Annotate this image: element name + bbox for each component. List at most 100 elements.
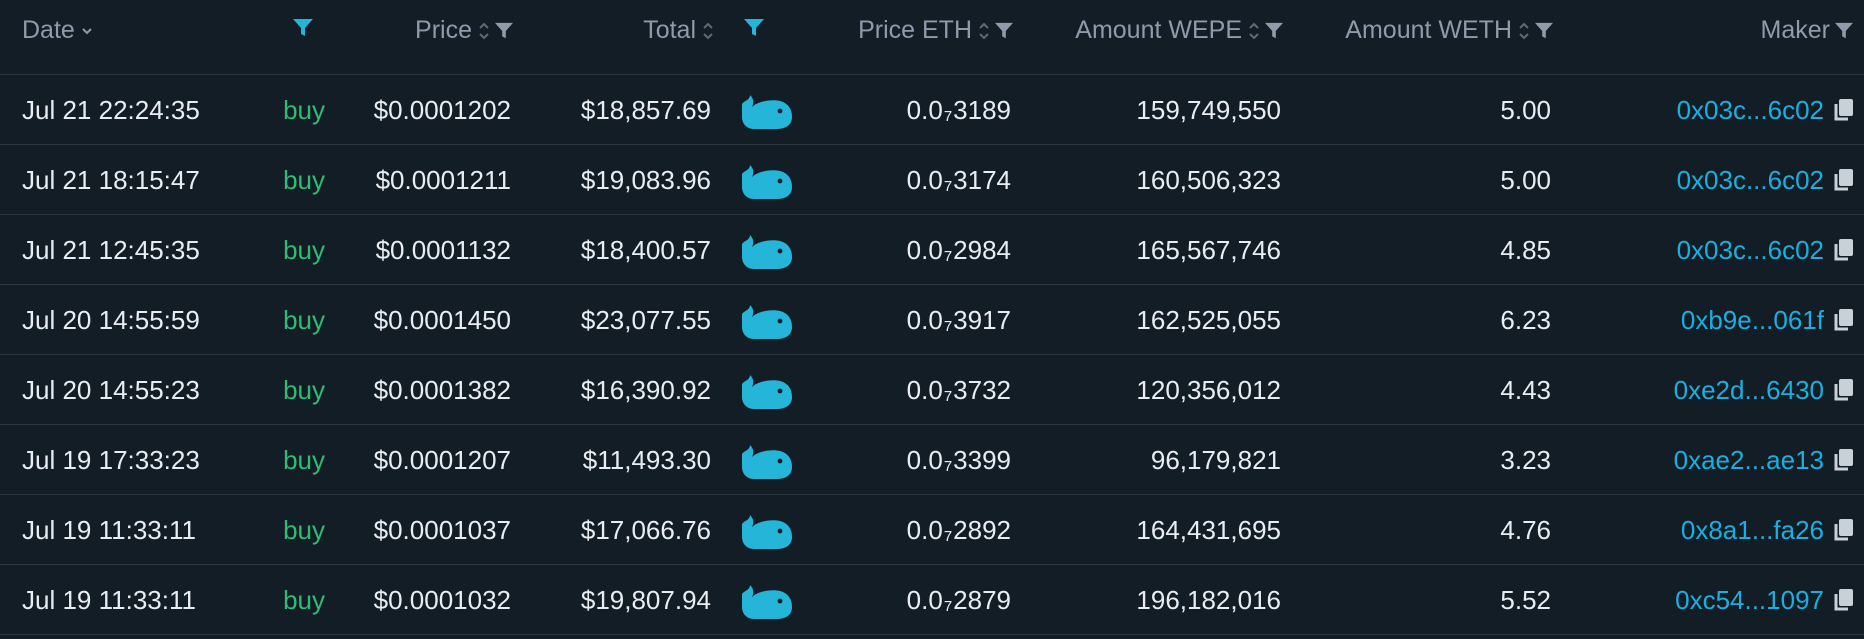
header-price[interactable]: Price xyxy=(330,0,514,61)
trade-maker: 0xae2...ae13 xyxy=(1600,425,1854,495)
copy-icon[interactable] xyxy=(1832,378,1854,402)
copy-icon[interactable] xyxy=(1832,98,1854,122)
header-amount-weth[interactable]: Amount WETH xyxy=(1300,0,1554,61)
copy-icon[interactable] xyxy=(1832,308,1854,332)
table-row[interactable]: Jul 21 22:24:35 buy $0.0001202 $18,857.6… xyxy=(0,75,1864,145)
sort-up-down-icon xyxy=(702,21,714,41)
trade-amount-weth: 4.43 xyxy=(1500,374,1551,405)
trade-type: buy xyxy=(283,164,325,195)
trade-amount-weth: 5.52 xyxy=(1500,584,1551,615)
trade-date: Jul 20 14:55:59 xyxy=(22,304,200,335)
sort-up-down-icon xyxy=(1518,21,1530,41)
trade-price: $0.0001382 xyxy=(373,374,511,405)
trade-type: buy xyxy=(283,94,325,125)
trade-total: $18,857.69 xyxy=(580,94,711,125)
trade-price-eth: 0.0 7 2892 xyxy=(906,514,1011,545)
trade-date: Jul 19 17:33:23 xyxy=(22,444,200,475)
trade-amount-wepe: 165,567,746 xyxy=(1136,234,1281,265)
sort-up-down-icon xyxy=(1248,21,1260,41)
whale-filter-button[interactable] xyxy=(743,0,765,61)
filter-icon[interactable] xyxy=(494,22,514,40)
trade-total: $17,066.76 xyxy=(580,514,711,545)
whale-icon xyxy=(740,565,792,635)
copy-icon[interactable] xyxy=(1832,168,1854,192)
filter-icon[interactable] xyxy=(1534,22,1554,40)
trade-date: Jul 21 22:24:35 xyxy=(22,94,200,125)
trade-maker: 0x03c...6c02 xyxy=(1600,75,1854,145)
copy-icon[interactable] xyxy=(1832,238,1854,262)
trade-amount-wepe: 96,179,821 xyxy=(1150,444,1281,475)
trade-price-eth: 0.0 7 3189 xyxy=(906,94,1011,125)
table-row[interactable]: Jul 21 18:15:47 buy $0.0001211 $19,083.9… xyxy=(0,145,1864,215)
trade-total: $11,493.30 xyxy=(582,444,711,475)
table-row[interactable]: Jul 20 14:55:59 buy $0.0001450 $23,077.5… xyxy=(0,285,1864,355)
trade-maker: 0xc54...1097 xyxy=(1600,565,1854,635)
trade-amount-weth: 3.23 xyxy=(1500,444,1551,475)
filter-icon[interactable] xyxy=(1264,22,1284,40)
maker-address-link[interactable]: 0xb9e...061f xyxy=(1681,305,1824,336)
table-row[interactable]: Jul 19 11:33:11 buy $0.0001032 $19,807.9… xyxy=(0,565,1864,635)
table-row[interactable]: Jul 20 14:55:23 buy $0.0001382 $16,390.9… xyxy=(0,355,1864,425)
maker-address-link[interactable]: 0xe2d...6430 xyxy=(1674,375,1824,406)
maker-address-link[interactable]: 0xc54...1097 xyxy=(1675,585,1824,616)
trade-total: $19,083.96 xyxy=(580,164,711,195)
header-maker[interactable]: Maker xyxy=(1640,0,1854,61)
trade-date: Jul 19 11:33:11 xyxy=(22,514,196,545)
trades-table: Date Price Total Price ETH Amount WEPE A… xyxy=(0,0,1864,639)
header-price-eth[interactable]: Price ETH xyxy=(800,0,1014,61)
maker-address-link[interactable]: 0x03c...6c02 xyxy=(1677,235,1824,266)
table-row[interactable]: Jul 19 11:33:11 buy $0.0001037 $17,066.7… xyxy=(0,495,1864,565)
trade-amount-wepe: 164,431,695 xyxy=(1136,514,1281,545)
trade-total: $18,400.57 xyxy=(580,234,711,265)
trade-type: buy xyxy=(283,374,325,405)
copy-icon[interactable] xyxy=(1832,448,1854,472)
table-header: Date Price Total Price ETH Amount WEPE A… xyxy=(0,0,1864,75)
trade-amount-weth: 6.23 xyxy=(1500,304,1551,335)
maker-address-link[interactable]: 0x03c...6c02 xyxy=(1677,95,1824,126)
trade-price-eth: 0.0 7 2879 xyxy=(906,584,1011,615)
whale-icon xyxy=(740,495,792,565)
trade-type: buy xyxy=(283,514,325,545)
header-amount-wepe[interactable]: Amount WEPE xyxy=(1030,0,1284,61)
table-row[interactable]: Jul 19 17:33:23 buy $0.0001207 $11,493.3… xyxy=(0,425,1864,495)
chevron-down-icon xyxy=(81,25,93,37)
maker-address-link[interactable]: 0x8a1...fa26 xyxy=(1681,515,1824,546)
trade-date: Jul 20 14:55:23 xyxy=(22,374,200,405)
trade-total: $16,390.92 xyxy=(580,374,711,405)
trade-amount-weth: 5.00 xyxy=(1500,164,1551,195)
trade-amount-wepe: 160,506,323 xyxy=(1136,164,1281,195)
trade-price-eth: 0.0 7 2984 xyxy=(906,234,1011,265)
trade-amount-wepe: 120,356,012 xyxy=(1136,374,1281,405)
trade-price: $0.0001132 xyxy=(375,234,511,265)
type-filter-button[interactable] xyxy=(292,0,314,61)
trade-amount-weth: 4.85 xyxy=(1500,234,1551,265)
filter-icon[interactable] xyxy=(1834,22,1854,40)
whale-icon xyxy=(740,355,792,425)
trade-type: buy xyxy=(283,444,325,475)
trade-maker: 0xb9e...061f xyxy=(1600,285,1854,355)
whale-icon xyxy=(740,425,792,495)
trade-price: $0.0001202 xyxy=(373,94,511,125)
table-row[interactable]: Jul 21 12:45:35 buy $0.0001132 $18,400.5… xyxy=(0,215,1864,285)
trade-amount-weth: 4.76 xyxy=(1500,514,1551,545)
copy-icon[interactable] xyxy=(1832,588,1854,612)
header-date[interactable]: Date xyxy=(22,0,93,61)
whale-icon xyxy=(740,145,792,215)
maker-address-link[interactable]: 0xae2...ae13 xyxy=(1674,445,1824,476)
trade-price: $0.0001450 xyxy=(373,304,511,335)
trade-amount-weth: 5.00 xyxy=(1500,94,1551,125)
maker-address-link[interactable]: 0x03c...6c02 xyxy=(1677,165,1824,196)
trade-price: $0.0001211 xyxy=(375,164,511,195)
trade-amount-wepe: 162,525,055 xyxy=(1136,304,1281,335)
trade-maker: 0x03c...6c02 xyxy=(1600,145,1854,215)
sort-up-down-icon xyxy=(978,21,990,41)
trade-price-eth: 0.0 7 3917 xyxy=(906,304,1011,335)
whale-icon xyxy=(740,285,792,355)
trade-total: $19,807.94 xyxy=(580,584,711,615)
filter-icon[interactable] xyxy=(994,22,1014,40)
trade-total: $23,077.55 xyxy=(580,304,711,335)
copy-icon[interactable] xyxy=(1832,518,1854,542)
filter-icon xyxy=(743,16,765,45)
trade-amount-wepe: 196,182,016 xyxy=(1136,584,1281,615)
header-total[interactable]: Total xyxy=(560,0,714,61)
